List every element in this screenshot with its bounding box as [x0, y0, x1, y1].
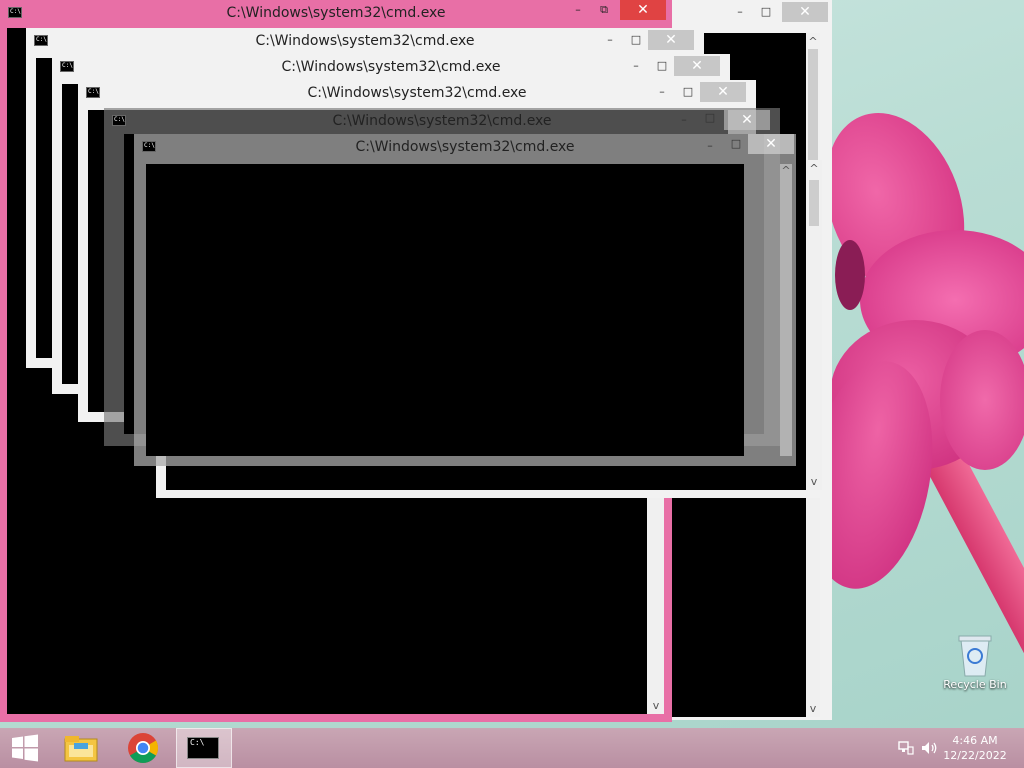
- close-button[interactable]: ✕: [648, 30, 694, 50]
- scroll-up-arrow[interactable]: ^: [807, 162, 821, 175]
- system-clock[interactable]: 4:46 AM 12/22/2022: [940, 733, 1010, 763]
- minimize-button[interactable]: –: [596, 30, 624, 50]
- taskbar-chrome[interactable]: [118, 728, 168, 768]
- cmd-icon: C:\: [86, 87, 100, 98]
- maximize-button[interactable]: □: [622, 30, 650, 50]
- minimize-button[interactable]: –: [622, 56, 650, 76]
- clock-time: 4:46 AM: [952, 734, 998, 747]
- scroll-down-arrow[interactable]: v: [649, 699, 663, 712]
- folder-icon: [64, 736, 98, 762]
- window-title: C:\Windows\system32\cmd.exe: [281, 59, 501, 75]
- cmd-icon: C:\: [34, 35, 48, 46]
- minimize-button[interactable]: –: [564, 0, 592, 20]
- maximize-button[interactable]: □: [696, 108, 724, 128]
- recycle-bin-shortcut[interactable]: Recycle Bin: [940, 630, 1010, 691]
- window-title: C:\Windows\system32\cmd.exe: [332, 113, 552, 129]
- cmd-icon: C:\: [187, 737, 219, 759]
- close-button[interactable]: ✕: [748, 134, 794, 154]
- minimize-button[interactable]: –: [696, 136, 724, 156]
- close-button[interactable]: ✕: [700, 82, 746, 102]
- window-title: C:\Windows\system32\cmd.exe: [226, 5, 446, 21]
- close-button[interactable]: ✕: [782, 2, 828, 22]
- console-area[interactable]: [146, 164, 744, 456]
- scroll-down-arrow[interactable]: v: [806, 702, 820, 715]
- taskbar: C:\ 4:46 AM 12/22/2022: [0, 728, 1024, 768]
- maximize-button[interactable]: □: [752, 2, 780, 22]
- maximize-button[interactable]: □: [674, 82, 702, 102]
- start-button[interactable]: [6, 728, 46, 768]
- cmd-icon: C:\: [60, 61, 74, 72]
- window-title: C:\Windows\system32\cmd.exe: [355, 139, 575, 155]
- windows-logo-icon: [12, 734, 38, 762]
- cmd-window-front[interactable]: C:\ C:\Windows\system32\cmd.exe – □ ✕ ^: [134, 134, 796, 466]
- minimize-button[interactable]: –: [648, 82, 676, 102]
- recycle-bin-label: Recycle Bin: [943, 678, 1007, 691]
- taskbar-file-explorer[interactable]: [58, 728, 104, 768]
- scrollbar[interactable]: ^: [780, 164, 792, 456]
- maximize-button[interactable]: □: [722, 134, 750, 154]
- cmd-icon: C:\: [142, 141, 156, 152]
- window-title: C:\Windows\system32\cmd.exe: [255, 33, 475, 49]
- scroll-up-arrow[interactable]: ^: [806, 35, 820, 48]
- taskbar-command-prompt[interactable]: C:\: [176, 728, 232, 768]
- cmd-icon: C:\: [8, 7, 22, 18]
- scroll-down-arrow[interactable]: v: [807, 475, 821, 488]
- volume-icon[interactable]: [920, 728, 940, 768]
- close-button[interactable]: ✕: [620, 0, 666, 20]
- window-title: C:\Windows\system32\cmd.exe: [307, 85, 527, 101]
- maximize-button[interactable]: □: [648, 56, 676, 76]
- close-button[interactable]: ✕: [674, 56, 720, 76]
- network-icon[interactable]: [896, 728, 916, 768]
- chrome-icon: [128, 733, 159, 764]
- scrollbar[interactable]: ^ v: [806, 160, 822, 490]
- restore-button[interactable]: ⧉: [590, 0, 618, 20]
- recycle-bin-icon: [958, 635, 992, 677]
- minimize-button[interactable]: –: [726, 2, 754, 22]
- minimize-button[interactable]: –: [670, 110, 698, 130]
- scroll-up-arrow[interactable]: ^: [779, 164, 793, 177]
- close-button[interactable]: ✕: [724, 110, 770, 130]
- clock-date: 12/22/2022: [943, 749, 1007, 762]
- cmd-icon: C:\: [112, 115, 126, 126]
